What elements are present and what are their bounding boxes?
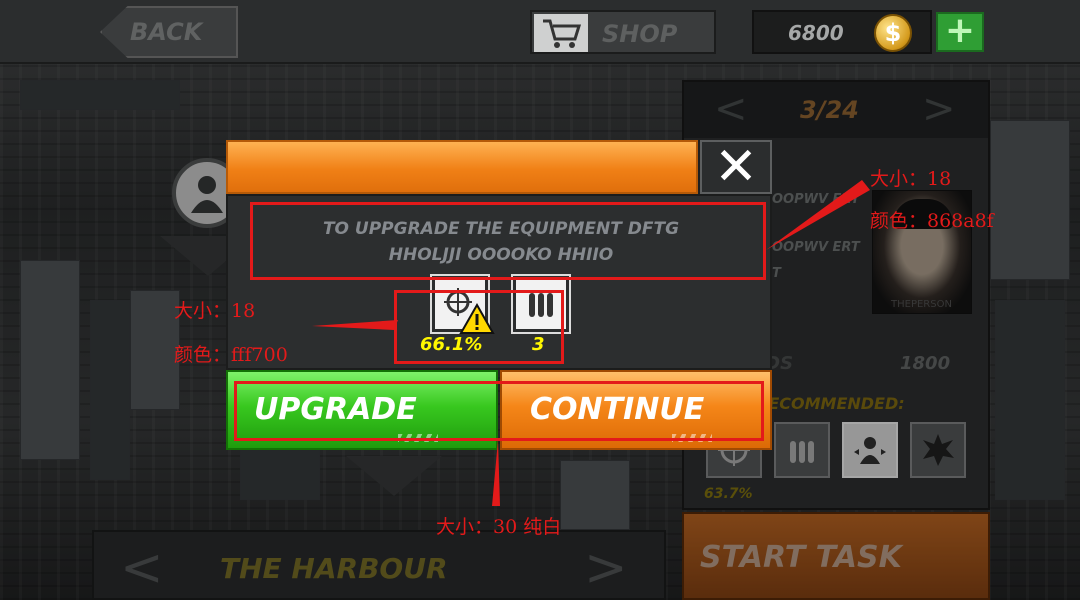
annotation-top-color: 颜色：868a8f [870, 210, 994, 232]
annotation-bottom-note: 大小：30 纯白 [436, 516, 562, 538]
annotation-arrow [492, 440, 500, 506]
annotation-left-size: 大小：18 [174, 300, 256, 322]
annotation-arrow [766, 180, 870, 250]
annotation-arrows [312, 180, 870, 506]
annotation-arrow [312, 320, 398, 330]
annotation-top-size: 大小：18 [870, 168, 952, 190]
annotation-left-color: 颜色：fff700 [174, 344, 288, 366]
